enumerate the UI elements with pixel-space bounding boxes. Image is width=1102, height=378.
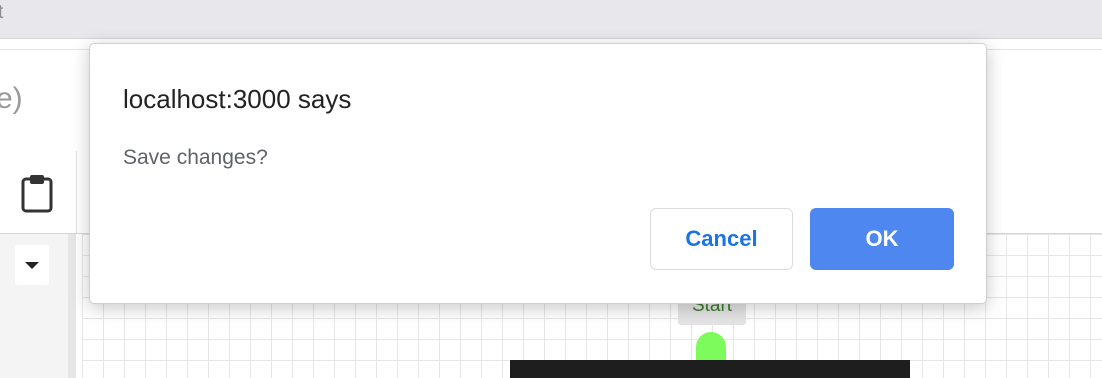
canvas-dark-node[interactable]	[510, 360, 910, 378]
dialog-message: Save changes?	[123, 146, 268, 169]
panel-dropdown-button[interactable]	[15, 245, 49, 285]
toolbar-divider	[76, 151, 77, 233]
app-title: e)	[0, 82, 23, 115]
panel-resize-handle[interactable]	[68, 234, 76, 378]
browser-tab-strip: t	[0, 0, 1102, 39]
confirm-dialog: localhost:3000 says Save changes? Cancel…	[89, 43, 987, 304]
dialog-title: localhost:3000 says	[123, 84, 352, 114]
cancel-button[interactable]: Cancel	[650, 208, 793, 270]
ok-button[interactable]: OK	[810, 208, 954, 270]
tab-title[interactable]: t	[0, 2, 3, 24]
chevron-down-icon	[25, 261, 39, 269]
clipboard-icon[interactable]	[20, 173, 54, 213]
